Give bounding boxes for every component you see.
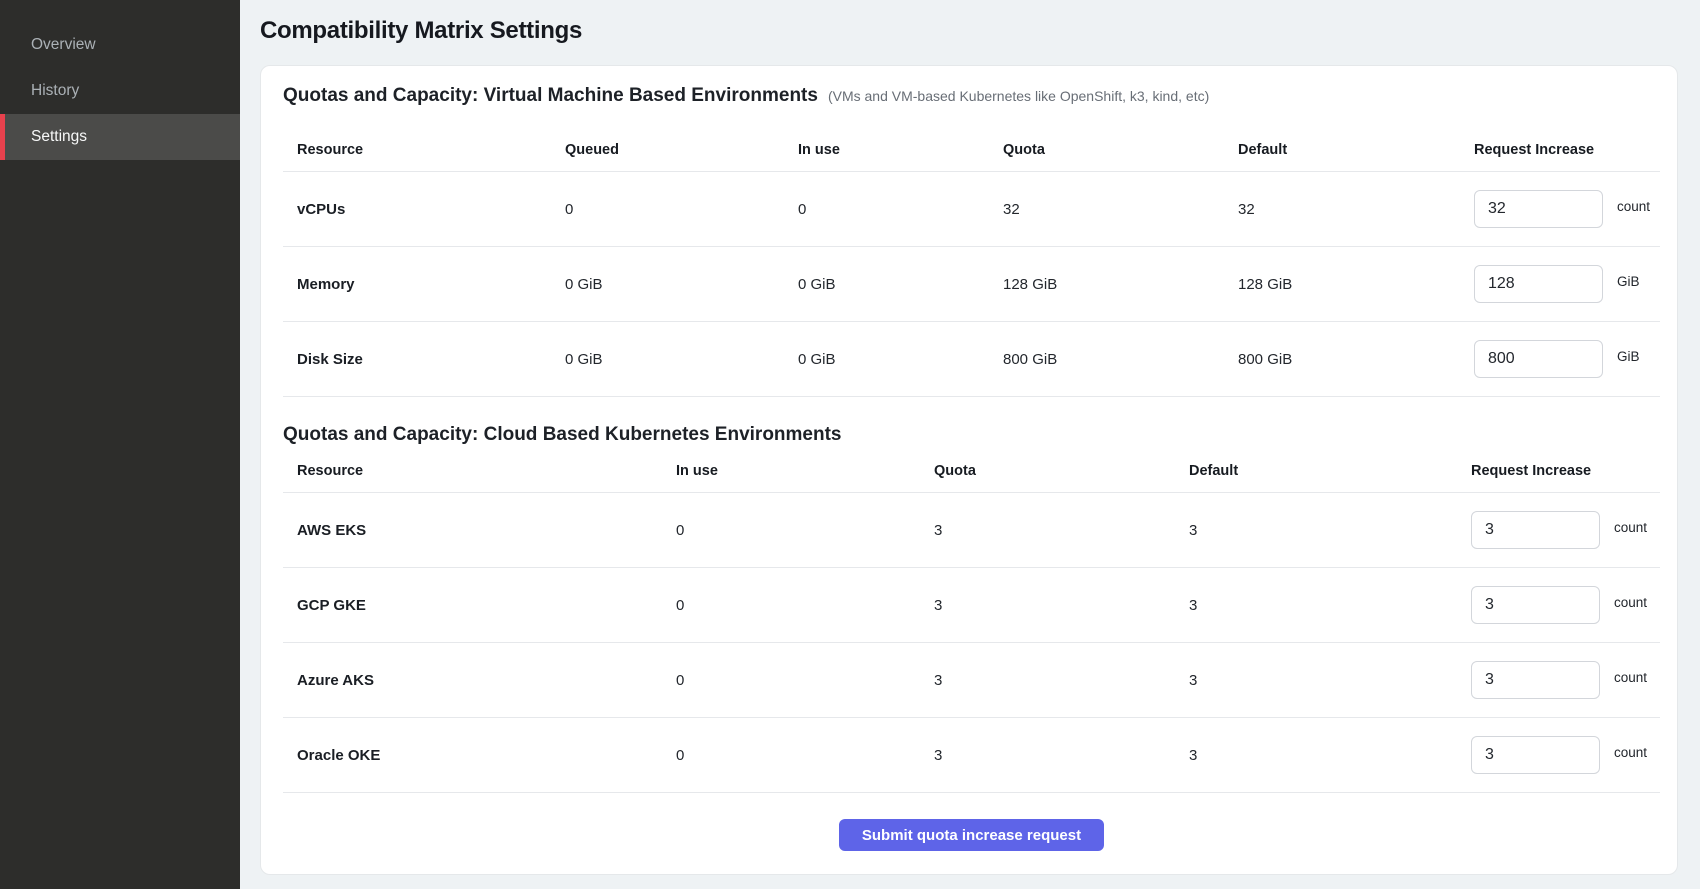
vm-section-header: Quotas and Capacity: Virtual Machine Bas… — [283, 84, 1660, 108]
cloud-oracle-oke-unit-label: count — [1614, 745, 1647, 760]
cloud-aws-eks-resource: AWS EKS — [283, 522, 676, 539]
app-window: OverviewHistorySettings Compatibility Ma… — [0, 0, 1700, 889]
vm-vcpus-request-input[interactable] — [1474, 190, 1603, 228]
vm-memory-queued: 0 GiB — [565, 276, 798, 293]
vm-vcpus-default: 32 — [1238, 201, 1474, 218]
cloud-aws-eks-quota: 3 — [934, 522, 1189, 539]
sidebar-item-history[interactable]: History — [0, 68, 240, 114]
cloud-gcp-gke-in_use: 0 — [676, 597, 934, 614]
cloud-col-default: Default — [1189, 463, 1471, 479]
vm-memory-resource: Memory — [283, 276, 565, 293]
vm-col-default: Default — [1238, 142, 1474, 158]
vm-section-note: (VMs and VM-based Kubernetes like OpenSh… — [828, 88, 1209, 104]
cloud-col-in-use: In use — [676, 463, 934, 479]
vm-disk-size-resource: Disk Size — [283, 351, 565, 368]
vm-vcpus-in_use: 0 — [798, 201, 1003, 218]
vm-col-quota: Quota — [1003, 142, 1238, 158]
vm-disk-size-default: 800 GiB — [1238, 351, 1474, 368]
submit-quota-button[interactable]: Submit quota increase request — [839, 819, 1104, 851]
submit-row: Submit quota increase request — [283, 819, 1660, 851]
cloud-aws-eks-in_use: 0 — [676, 522, 934, 539]
cloud-gcp-gke-unit-label: count — [1614, 595, 1647, 610]
cloud-col-quota: Quota — [934, 463, 1189, 479]
cloud-gcp-gke-resource: GCP GKE — [283, 597, 676, 614]
vm-memory-quota: 128 GiB — [1003, 276, 1238, 293]
vm-vcpus-quota: 32 — [1003, 201, 1238, 218]
cloud-header-row: ResourceIn useQuotaDefaultRequest Increa… — [283, 447, 1660, 492]
cloud-row-azure-aks: Azure AKS033count — [283, 642, 1660, 717]
cloud-gcp-gke-request-cell: count — [1471, 586, 1660, 624]
vm-disk-size-in_use: 0 GiB — [798, 351, 1003, 368]
cloud-azure-aks-request-input[interactable] — [1471, 661, 1600, 699]
cloud-row-gcp-gke: GCP GKE033count — [283, 567, 1660, 642]
quota-settings-card: Quotas and Capacity: Virtual Machine Bas… — [260, 65, 1678, 875]
cloud-gcp-gke-default: 3 — [1189, 597, 1471, 614]
cloud-aws-eks-request-input[interactable] — [1471, 511, 1600, 549]
cloud-azure-aks-unit-label: count — [1614, 670, 1647, 685]
cloud-oracle-oke-default: 3 — [1189, 747, 1471, 764]
vm-vcpus-queued: 0 — [565, 201, 798, 218]
vm-row-disk-size: Disk Size0 GiB0 GiB800 GiB800 GiBGiB — [283, 321, 1660, 396]
vm-memory-request-input[interactable] — [1474, 265, 1603, 303]
cloud-azure-aks-quota: 3 — [934, 672, 1189, 689]
vm-row-vcpus: vCPUs003232count — [283, 171, 1660, 246]
cloud-col-request-increase: Request Increase — [1471, 463, 1660, 479]
vm-row-memory: Memory0 GiB0 GiB128 GiB128 GiBGiB — [283, 246, 1660, 321]
cloud-row-aws-eks: AWS EKS033count — [283, 492, 1660, 567]
vm-vcpus-request-cell: count — [1474, 190, 1660, 228]
vm-disk-size-request-input[interactable] — [1474, 340, 1603, 378]
cloud-oracle-oke-request-cell: count — [1471, 736, 1660, 774]
cloud-gcp-gke-request-input[interactable] — [1471, 586, 1600, 624]
vm-col-resource: Resource — [283, 142, 565, 158]
main-content: Compatibility Matrix Settings Quotas and… — [240, 0, 1700, 889]
vm-disk-size-unit-label: GiB — [1617, 349, 1640, 364]
sidebar-item-settings[interactable]: Settings — [0, 114, 240, 160]
cloud-gcp-gke-quota: 3 — [934, 597, 1189, 614]
vm-memory-default: 128 GiB — [1238, 276, 1474, 293]
vm-quota-table: ResourceQueuedIn useQuotaDefaultRequest … — [283, 108, 1660, 397]
sidebar-item-overview[interactable]: Overview — [0, 22, 240, 68]
vm-disk-size-quota: 800 GiB — [1003, 351, 1238, 368]
vm-disk-size-request-cell: GiB — [1474, 340, 1660, 378]
vm-disk-size-queued: 0 GiB — [565, 351, 798, 368]
cloud-oracle-oke-in_use: 0 — [676, 747, 934, 764]
vm-memory-in_use: 0 GiB — [798, 276, 1003, 293]
cloud-col-resource: Resource — [283, 463, 676, 479]
sidebar: OverviewHistorySettings — [0, 0, 240, 889]
cloud-aws-eks-default: 3 — [1189, 522, 1471, 539]
vm-col-in-use: In use — [798, 142, 1003, 158]
cloud-azure-aks-request-cell: count — [1471, 661, 1660, 699]
vm-col-request-increase: Request Increase — [1474, 142, 1660, 158]
cloud-azure-aks-default: 3 — [1189, 672, 1471, 689]
vm-vcpus-unit-label: count — [1617, 199, 1650, 214]
cloud-section-title: Quotas and Capacity: Cloud Based Kuberne… — [283, 423, 1660, 447]
page-title: Compatibility Matrix Settings — [260, 16, 1678, 46]
cloud-azure-aks-resource: Azure AKS — [283, 672, 676, 689]
cloud-aws-eks-request-cell: count — [1471, 511, 1660, 549]
cloud-aws-eks-unit-label: count — [1614, 520, 1647, 535]
cloud-oracle-oke-request-input[interactable] — [1471, 736, 1600, 774]
vm-header-row: ResourceQueuedIn useQuotaDefaultRequest … — [283, 108, 1660, 171]
cloud-row-oracle-oke: Oracle OKE033count — [283, 717, 1660, 792]
vm-vcpus-resource: vCPUs — [283, 201, 565, 218]
vm-section-title: Quotas and Capacity: Virtual Machine Bas… — [283, 84, 818, 108]
cloud-oracle-oke-quota: 3 — [934, 747, 1189, 764]
cloud-quota-table: ResourceIn useQuotaDefaultRequest Increa… — [283, 447, 1660, 793]
sidebar-nav: OverviewHistorySettings — [0, 22, 240, 160]
vm-memory-unit-label: GiB — [1617, 274, 1640, 289]
vm-col-queued: Queued — [565, 142, 798, 158]
cloud-oracle-oke-resource: Oracle OKE — [283, 747, 676, 764]
vm-memory-request-cell: GiB — [1474, 265, 1660, 303]
cloud-azure-aks-in_use: 0 — [676, 672, 934, 689]
